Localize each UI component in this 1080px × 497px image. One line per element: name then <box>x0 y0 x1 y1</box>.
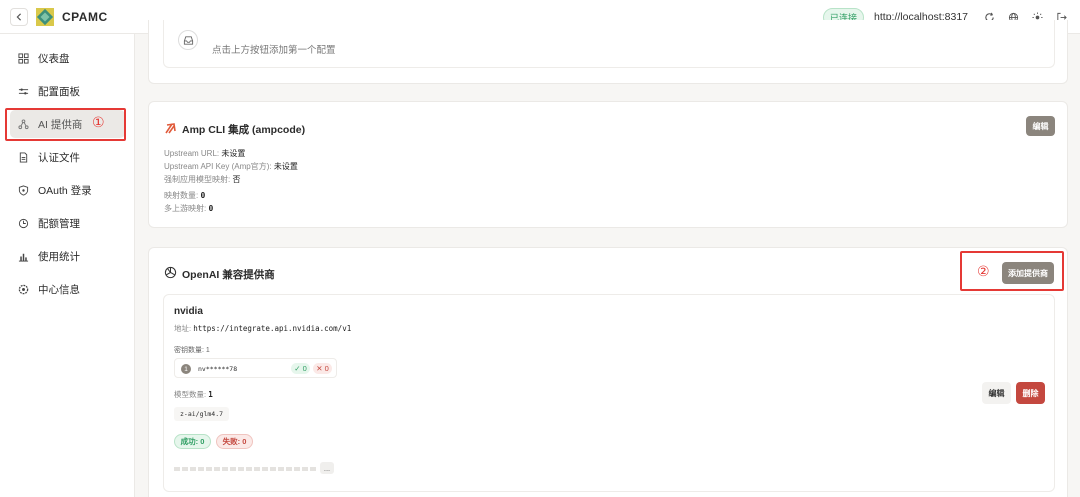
amp-logo-icon <box>164 121 178 135</box>
amp-field-multi-upstream: 多上游映射: 0 <box>164 204 214 213</box>
sidebar: 仪表盘 配置面板 AI 提供商 ① 认证文件 OAuth 登录 配额管理 使用统… <box>0 34 135 497</box>
amp-cli-card: Amp CLI 集成 (ampcode) 编辑 Upstream URL: 未设… <box>148 101 1068 228</box>
sidebar-item-center-info[interactable]: 中心信息 <box>10 275 125 303</box>
sidebar-item-auth-files[interactable]: 认证文件 <box>10 143 125 171</box>
sidebar-item-label: 仪表盘 <box>38 52 70 65</box>
amp-field-mapping-count: 映射数量: 0 <box>164 191 206 200</box>
provider-name: nvidia <box>174 306 203 317</box>
provider-delete-button[interactable]: 删除 <box>1016 382 1045 404</box>
sidebar-item-label: 配额管理 <box>38 217 80 230</box>
openai-logo-icon <box>164 266 177 284</box>
add-provider-button[interactable]: 添加提供商 <box>1002 262 1054 284</box>
amp-edit-button[interactable]: 编辑 <box>1026 116 1055 136</box>
annotation-marker-2: ② <box>977 263 990 279</box>
sidebar-item-oauth[interactable]: OAuth 登录 <box>10 176 125 204</box>
sidebar-item-quota[interactable]: 配额管理 <box>10 209 125 237</box>
openai-compatible-card: OpenAI 兼容提供商 ② 添加提供商 nvidia 地址: https://… <box>148 247 1068 497</box>
api-key-row[interactable]: 1 nv******78 ✓ 0 ✕ 0 <box>174 358 337 378</box>
empty-state-hint: 点击上方按钮添加第一个配置 <box>212 45 336 56</box>
openai-title: OpenAI 兼容提供商 <box>182 269 275 281</box>
key-success-count: ✓ 0 <box>291 363 310 374</box>
key-index-badge: 1 <box>181 364 191 374</box>
sidebar-item-label: 配置面板 <box>38 85 80 98</box>
status-history-bar <box>174 467 316 471</box>
status-more-button[interactable]: ... <box>320 462 334 474</box>
inbox-icon <box>178 30 198 50</box>
key-fail-count: ✕ 0 <box>313 363 332 374</box>
fail-stat-badge: 失败: 0 <box>216 434 253 449</box>
amp-field-force-mapping: 强制应用模型映射: 否 <box>164 175 241 184</box>
sidebar-item-label: 使用统计 <box>38 250 80 263</box>
dashboard-icon <box>16 51 30 65</box>
chevron-left-icon <box>16 12 22 21</box>
model-count-line: 模型数量: 1 <box>174 390 213 399</box>
sidebar-item-label: OAuth 登录 <box>38 184 92 197</box>
key-count: 密钥数量: 1 <box>174 347 210 354</box>
app-logo <box>36 7 54 26</box>
api-key-masked: nv******78 <box>198 365 238 373</box>
sidebar-item-usage-stats[interactable]: 使用统计 <box>10 242 125 270</box>
sliders-icon <box>16 84 30 98</box>
sidebar-item-label: 中心信息 <box>38 283 80 296</box>
config-card-top: 点击上方按钮添加第一个配置 <box>148 20 1068 84</box>
amp-title: Amp CLI 集成 (ampcode) <box>182 124 306 136</box>
amp-field-upstream-key: Upstream API Key (Amp官方): 未设置 <box>164 162 298 171</box>
model-tag: z-ai/glm4.7 <box>174 407 230 421</box>
provider-address-line: 地址: https://integrate.api.nvidia.com/v1 <box>174 324 352 333</box>
provider-edit-button[interactable]: 编辑 <box>982 382 1011 404</box>
amp-field-upstream-url: Upstream URL: 未设置 <box>164 149 246 158</box>
sidebar-item-dashboard[interactable]: 仪表盘 <box>10 44 125 72</box>
success-stat-badge: 成功: 0 <box>174 434 211 449</box>
provider-card-nvidia: nvidia 地址: https://integrate.api.nvidia.… <box>163 294 1055 492</box>
sidebar-item-config[interactable]: 配置面板 <box>10 77 125 105</box>
empty-state-box: 点击上方按钮添加第一个配置 <box>163 20 1055 68</box>
back-button[interactable] <box>10 7 28 26</box>
shield-icon <box>16 183 30 197</box>
app-title: CPAMC <box>62 9 108 24</box>
info-gear-icon <box>16 282 30 296</box>
file-icon <box>16 150 30 164</box>
bar-chart-icon <box>16 249 30 263</box>
sidebar-item-label: 认证文件 <box>38 151 80 164</box>
clock-icon <box>16 216 30 230</box>
provider-address: https://integrate.api.nvidia.com/v1 <box>193 324 352 333</box>
annotation-highlight-sidebar <box>5 108 126 141</box>
